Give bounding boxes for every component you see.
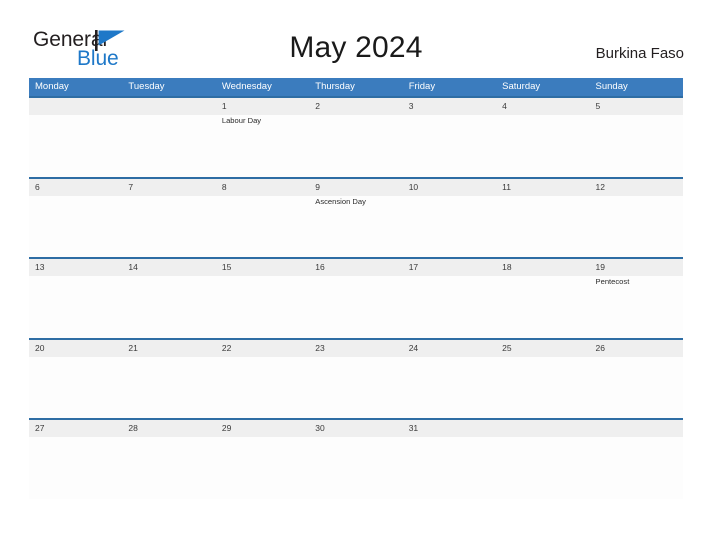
calendar-day-cell[interactable]: 20 <box>29 340 122 419</box>
day-number: 7 <box>128 181 134 192</box>
holiday-event-label: Labour Day <box>221 116 262 125</box>
calendar-week-cells: 27 28 29 30 31 <box>29 420 683 499</box>
day-events: Ascension Day <box>315 197 403 208</box>
calendar-week-row: 27 28 29 30 31 <box>29 418 683 499</box>
calendar-week-row: 6 7 8 9 Ascension Day 10 11 12 <box>29 176 683 258</box>
day-header-friday: Friday <box>408 81 436 92</box>
calendar-day-cell[interactable]: 13 <box>29 259 122 338</box>
calendar-day-cell[interactable]: 17 <box>403 259 496 338</box>
calendar-day-cell[interactable]: 4 <box>496 98 589 177</box>
day-number: 15 <box>221 262 232 273</box>
calendar-day-cell-empty <box>590 420 683 499</box>
calendar-day-cell[interactable]: 7 <box>122 179 215 258</box>
page-header: General Blue May 2024 Burkina Faso <box>0 0 712 78</box>
region-label: Burkina Faso <box>595 45 684 62</box>
calendar-week-row: 13 14 15 16 17 18 19 Pentecost <box>29 257 683 338</box>
calendar-day-cell[interactable]: 29 <box>216 420 309 499</box>
calendar-day-cell[interactable]: 26 <box>590 340 683 419</box>
calendar-day-cell[interactable]: 9 Ascension Day <box>309 179 402 258</box>
day-number: 20 <box>35 342 45 353</box>
calendar-day-cell[interactable]: 3 <box>403 98 496 177</box>
calendar-day-cell[interactable]: 1 Labour Day <box>216 98 309 177</box>
calendar-day-cell[interactable]: 31 <box>403 420 496 499</box>
day-number: 10 <box>408 181 419 192</box>
day-number: 16 <box>315 262 325 273</box>
calendar-day-cell[interactable]: 23 <box>309 340 402 419</box>
calendar-day-cell[interactable]: 15 <box>216 259 309 338</box>
calendar-day-cell[interactable]: 14 <box>122 259 215 338</box>
calendar-day-cell[interactable]: 6 <box>29 179 122 258</box>
calendar-grid: Monday Tuesday Wednesday Thursday Friday… <box>29 78 683 499</box>
calendar-day-cell[interactable]: 30 <box>309 420 402 499</box>
day-number: 27 <box>35 423 45 434</box>
calendar-page: General Blue May 2024 Burkina Faso Monda… <box>0 0 712 550</box>
holiday-event-label: Pentecost <box>595 277 630 287</box>
calendar-day-cell[interactable]: 2 <box>309 98 402 177</box>
day-number: 1 <box>221 101 227 111</box>
day-number: 17 <box>408 262 419 273</box>
day-header-thursday: Thursday <box>315 81 355 92</box>
day-number: 14 <box>128 262 138 273</box>
day-number: 28 <box>128 423 138 434</box>
day-header-monday: Monday <box>35 81 69 92</box>
calendar-day-cell[interactable]: 16 <box>309 259 402 338</box>
day-number: 21 <box>128 342 138 353</box>
calendar-week-cells: 1 Labour Day 2 3 4 5 <box>29 98 683 177</box>
day-number: 12 <box>595 181 605 192</box>
day-number: 29 <box>221 423 232 434</box>
day-number: 11 <box>502 181 511 192</box>
calendar-day-cell-empty <box>122 98 215 177</box>
calendar-weeks: 1 Labour Day 2 3 4 5 6 7 8 9 Ascension Day 10 11 12 13… <box>29 96 683 499</box>
day-number: 26 <box>595 342 605 353</box>
day-number: 8 <box>221 181 227 192</box>
day-number: 23 <box>315 342 325 353</box>
day-number: 6 <box>35 181 40 192</box>
day-number: 3 <box>408 101 414 111</box>
calendar-day-cell-empty <box>496 420 589 499</box>
calendar-day-cell[interactable]: 10 <box>403 179 496 258</box>
calendar-day-cell[interactable]: 28 <box>122 420 215 499</box>
day-number: 22 <box>221 342 232 353</box>
day-header-saturday: Saturday <box>502 81 541 92</box>
calendar-day-cell[interactable]: 22 <box>216 340 309 419</box>
calendar-day-cell[interactable]: 25 <box>496 340 589 419</box>
holiday-event-label: Ascension Day <box>315 196 366 206</box>
calendar-day-cell[interactable]: 12 <box>590 179 683 258</box>
day-events: Pentecost <box>596 277 684 288</box>
calendar-week-cells: 6 7 8 9 Ascension Day 10 11 12 <box>29 179 683 258</box>
day-number: 30 <box>315 423 325 434</box>
calendar-day-cell[interactable]: 24 <box>403 340 496 419</box>
calendar-week-row: 20 21 22 23 24 25 26 <box>29 337 683 419</box>
calendar-week-row: 1 Labour Day 2 3 4 5 <box>29 96 683 177</box>
day-events: Labour Day <box>222 116 310 127</box>
day-number: 13 <box>35 262 45 273</box>
day-number: 4 <box>502 101 507 111</box>
day-number: 31 <box>408 423 419 434</box>
calendar-day-cell[interactable]: 8 <box>216 179 309 258</box>
calendar-week-cells: 20 21 22 23 24 25 26 <box>29 340 683 419</box>
calendar-day-cell[interactable]: 18 <box>496 259 589 338</box>
calendar-day-cell[interactable]: 11 <box>496 179 589 258</box>
calendar-day-cell[interactable]: 19 Pentecost <box>590 259 683 338</box>
day-header-wednesday: Wednesday <box>221 81 272 92</box>
day-number: 2 <box>315 101 320 111</box>
day-number: 18 <box>502 262 512 273</box>
day-header-sunday: Sunday <box>595 81 628 92</box>
day-number: 24 <box>408 342 419 353</box>
day-number: 9 <box>315 181 320 192</box>
day-number: 19 <box>595 262 605 273</box>
calendar-day-cell-empty <box>29 98 122 177</box>
day-of-week-header-row: Monday Tuesday Wednesday Thursday Friday… <box>29 78 683 96</box>
calendar-day-cell[interactable]: 21 <box>122 340 215 419</box>
day-number: 5 <box>595 101 601 111</box>
day-number: 25 <box>502 342 512 353</box>
calendar-day-cell[interactable]: 27 <box>29 420 122 499</box>
day-header-tuesday: Tuesday <box>128 81 165 92</box>
calendar-day-cell[interactable]: 5 <box>590 98 683 177</box>
calendar-week-cells: 13 14 15 16 17 18 19 Pentecost <box>29 259 683 338</box>
